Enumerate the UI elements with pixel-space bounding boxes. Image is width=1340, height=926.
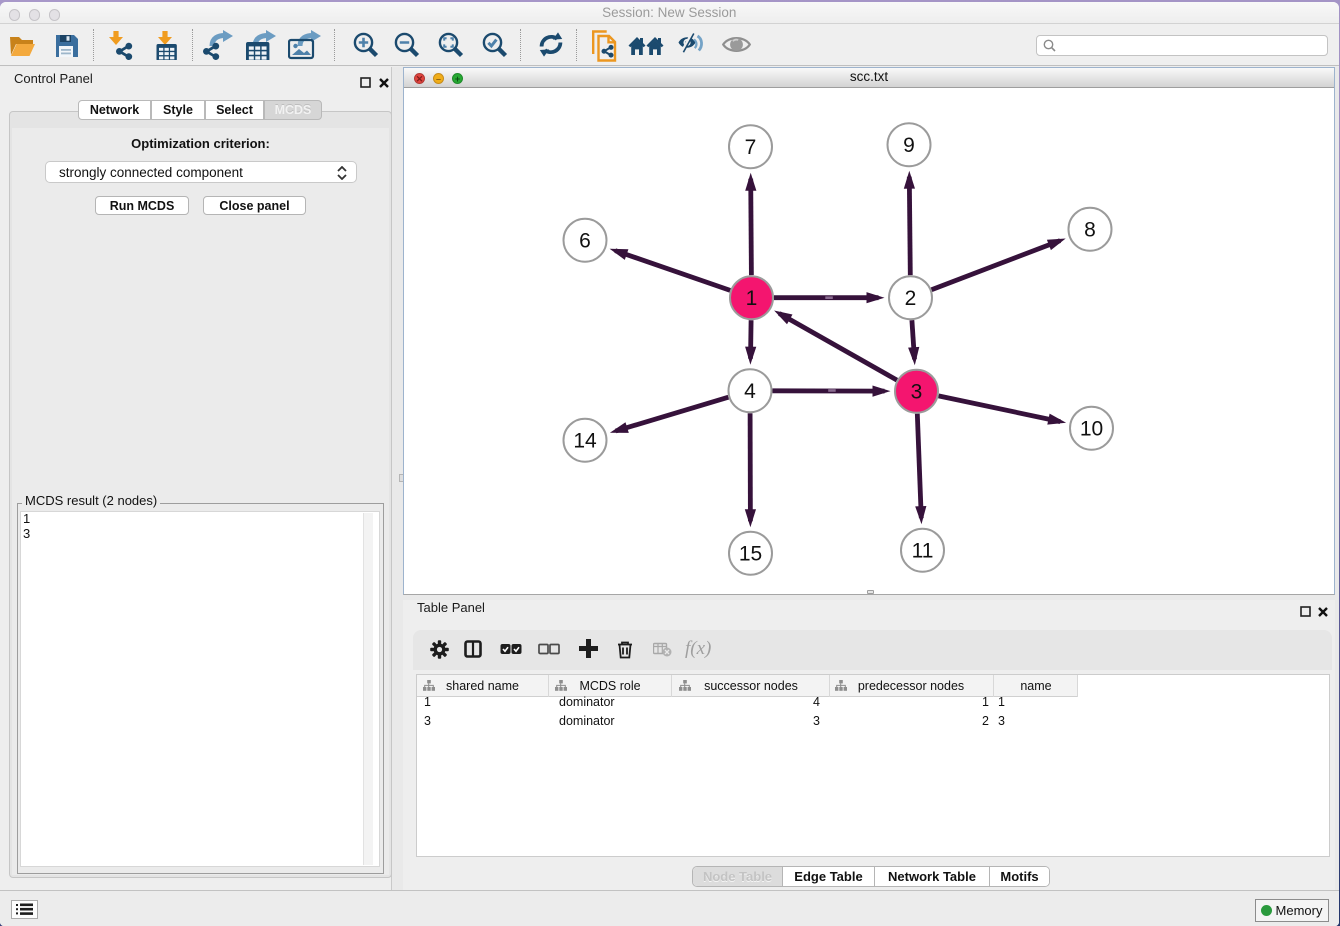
svg-text:1: 1 — [746, 287, 758, 310]
svg-text:10: 10 — [1080, 418, 1103, 441]
svg-text:6: 6 — [579, 230, 591, 253]
svg-text:f(x): f(x) — [685, 639, 711, 659]
svg-text:14: 14 — [573, 430, 597, 453]
svg-text:7: 7 — [745, 136, 757, 159]
svg-text:15: 15 — [739, 543, 762, 566]
svg-text:2: 2 — [905, 287, 917, 310]
svg-text:9: 9 — [903, 134, 915, 157]
svg-text:3: 3 — [911, 381, 923, 404]
svg-text:4: 4 — [744, 380, 756, 403]
svg-text:8: 8 — [1084, 219, 1096, 242]
svg-text:11: 11 — [912, 540, 934, 563]
